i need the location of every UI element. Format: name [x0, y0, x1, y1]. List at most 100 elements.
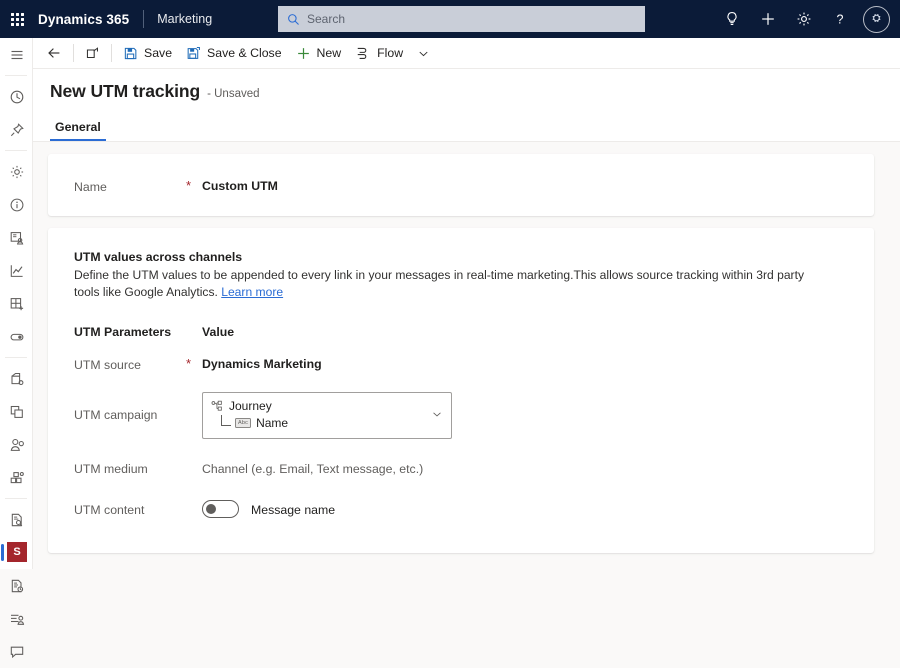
grid-plus-icon	[9, 296, 25, 312]
learn-more-link[interactable]: Learn more	[221, 285, 283, 299]
topbar-actions: ? ⛭	[714, 0, 894, 38]
sidebar-item-new-grid[interactable]	[0, 287, 33, 320]
command-bar: Save Save & Close New Flow	[33, 38, 900, 69]
utm-section-description: Define the UTM values to be appended to …	[74, 267, 829, 301]
contact-card-icon	[9, 230, 25, 246]
list-person-icon	[9, 611, 25, 627]
open-in-new-window-button[interactable]	[78, 38, 107, 69]
app-launcher-button[interactable]	[0, 0, 34, 38]
app-switcher-tile[interactable]: S	[7, 542, 27, 562]
save-and-close-button[interactable]: Save & Close	[179, 38, 289, 69]
page-title: New UTM tracking	[50, 81, 201, 101]
column-header-parameter: UTM Parameters	[74, 325, 172, 339]
gear-icon	[796, 11, 812, 27]
brand-title[interactable]: Dynamics 365	[34, 12, 129, 27]
name-label: Name	[74, 180, 107, 194]
sidebar-item-schedules[interactable]	[0, 569, 33, 602]
search-input[interactable]	[307, 12, 607, 26]
app-name-label[interactable]: Marketing	[157, 12, 212, 26]
layers-copy-icon	[9, 404, 25, 420]
calendar-settings-icon	[9, 371, 25, 387]
avatar-glyph: ⛭	[872, 13, 881, 24]
toggle-knob	[206, 504, 216, 514]
utm-card-content: UTM values across channels Define the UT…	[74, 250, 829, 518]
global-search[interactable]	[278, 6, 645, 32]
open-in-new-window-icon	[85, 46, 100, 61]
lightbulb-icon	[724, 11, 740, 27]
flow-button[interactable]: Flow	[348, 38, 410, 69]
lightbulb-button[interactable]	[714, 0, 750, 38]
question-icon: ?	[832, 11, 848, 27]
utm-campaign-token-primary: Journey	[211, 399, 425, 413]
save-button[interactable]: Save	[116, 38, 179, 69]
tab-general[interactable]: General	[50, 120, 106, 141]
hamburger-menu-icon	[9, 47, 25, 63]
utm-medium-label: UTM medium	[74, 462, 148, 476]
utm-campaign-token-secondary: Abc Name	[211, 415, 425, 430]
utm-source-required-asterisk: *	[186, 356, 192, 371]
chevron-down-icon[interactable]	[431, 408, 443, 420]
plus-icon	[296, 46, 311, 61]
utm-content-label: UTM content	[74, 502, 145, 517]
abc-text-field-icon: Abc	[235, 417, 252, 428]
chat-bubble-icon	[9, 644, 25, 660]
new-button[interactable]: New	[289, 38, 349, 69]
pin-icon	[9, 122, 25, 138]
sidebar-item-recent[interactable]	[0, 80, 33, 113]
utm-description-text: Define the UTM values to be appended to …	[74, 268, 804, 299]
sidebar-item-toggle[interactable]	[0, 320, 33, 353]
command-divider	[111, 44, 112, 62]
save-and-close-label: Save & Close	[207, 46, 282, 60]
save-button-label: Save	[144, 46, 173, 60]
utm-content-toggle[interactable]	[202, 500, 239, 518]
avatar[interactable]: ⛭	[863, 5, 890, 33]
sidebar-item-segments[interactable]	[0, 461, 33, 494]
page-title-row: New UTM tracking - Unsaved	[50, 81, 260, 102]
gear-icon	[9, 164, 25, 180]
rail-divider	[5, 357, 27, 358]
sidebar-item-analytics[interactable]	[0, 254, 33, 287]
sidebar-item-forms[interactable]	[0, 503, 33, 536]
segments-nodes-icon	[9, 470, 25, 486]
utm-campaign-secondary-label: Name	[256, 415, 289, 430]
utm-values-card: UTM values across channels Define the UT…	[48, 228, 874, 553]
utm-campaign-combobox[interactable]: Journey Abc Name	[202, 392, 452, 439]
form-body: Name * Custom UTM UTM values across chan…	[33, 142, 900, 569]
sidebar-item-overview[interactable]	[0, 188, 33, 221]
new-record-button[interactable]	[750, 0, 786, 38]
arrow-left-icon	[46, 45, 62, 61]
back-button[interactable]	[39, 38, 69, 69]
utm-content-value: Message name	[251, 502, 336, 517]
utm-medium-row: UTM medium Channel (e.g. Email, Text mes…	[74, 461, 829, 476]
name-value[interactable]: Custom UTM	[202, 179, 278, 193]
sidebar-item-audience[interactable]	[0, 602, 33, 635]
search-icon	[287, 13, 300, 26]
sidebar-item-calendar[interactable]	[0, 362, 33, 395]
sidebar-item-contacts[interactable]	[0, 221, 33, 254]
person-add-icon	[9, 437, 25, 453]
sidebar-item-menu[interactable]	[0, 38, 33, 71]
new-button-label: New	[316, 46, 342, 60]
help-button[interactable]: ?	[822, 0, 858, 38]
tree-branch-connector	[221, 415, 231, 426]
utm-source-value[interactable]: Dynamics Marketing	[202, 357, 322, 371]
utm-campaign-primary-label: Journey	[229, 399, 272, 413]
name-field-row: Name * Custom UTM	[74, 179, 278, 194]
flow-icon	[355, 46, 371, 61]
journey-branch-icon	[211, 400, 223, 412]
sidebar-item-messages[interactable]	[0, 635, 33, 668]
sidebar-item-leads[interactable]	[0, 428, 33, 461]
utm-table-header: UTM Parameters Value	[74, 325, 829, 339]
command-divider	[73, 44, 74, 62]
sidebar-item-pinned[interactable]	[0, 113, 33, 146]
sidebar-item-settings[interactable]	[0, 155, 33, 188]
toggle-icon	[9, 329, 25, 345]
flow-chevron-button[interactable]	[410, 38, 437, 69]
utm-content-row: UTM content Message name	[74, 500, 829, 518]
settings-button[interactable]	[786, 0, 822, 38]
info-circle-icon	[9, 197, 25, 213]
document-search-icon	[9, 512, 25, 528]
sidebar-item-duplicate[interactable]	[0, 395, 33, 428]
page-header: New UTM tracking - Unsaved General	[33, 69, 900, 142]
rail-divider	[5, 75, 27, 76]
